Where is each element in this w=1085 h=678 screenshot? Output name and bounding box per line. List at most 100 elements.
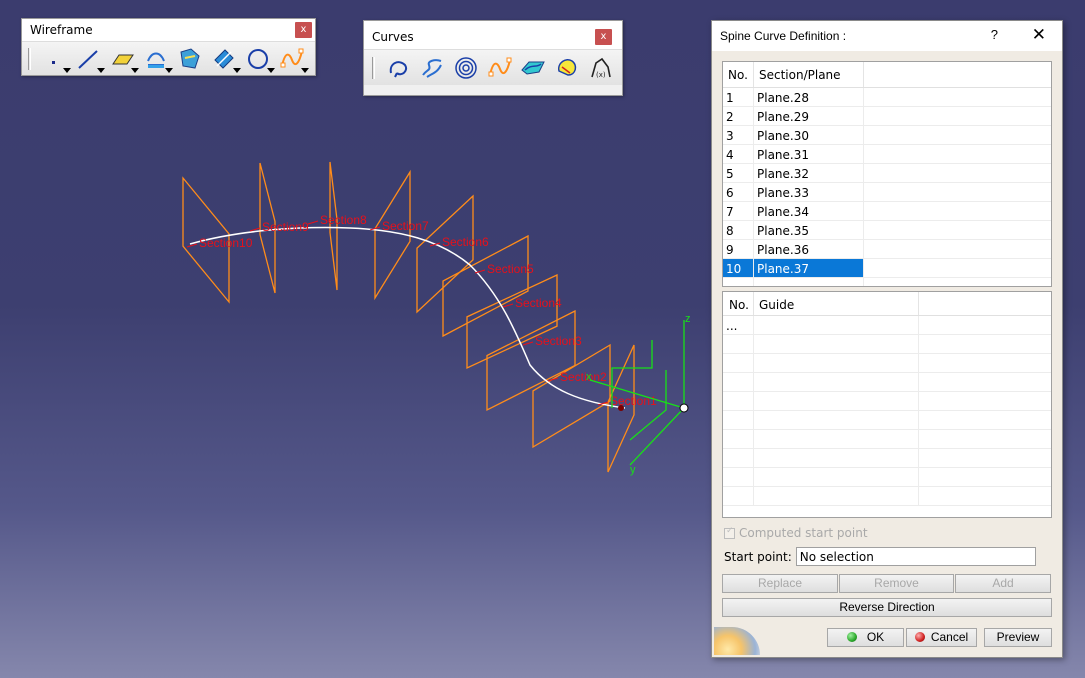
- section-row[interactable]: 8 Plane.35: [723, 221, 1051, 240]
- section-plane: [486, 309, 576, 412]
- section-row-number: 5: [723, 164, 754, 182]
- toolbar-grip[interactable]: [28, 47, 31, 70]
- reflect-line-icon[interactable]: [207, 44, 241, 74]
- guide-row-name: [754, 430, 919, 448]
- curves-title-text: Curves: [372, 30, 414, 44]
- section-row-plane: Plane.28: [754, 88, 864, 106]
- section-row-plane: Plane.37: [754, 259, 864, 277]
- combine-icon[interactable]: [173, 44, 207, 74]
- section-label: Section5: [487, 262, 534, 276]
- guide-row-number: ...: [723, 316, 754, 334]
- section-row-plane: Plane.29: [754, 107, 864, 125]
- section-row-number: 2: [723, 107, 754, 125]
- section-row-plane: Plane.34: [754, 202, 864, 220]
- guide-row-name: [754, 487, 919, 505]
- guide-row[interactable]: [723, 449, 1051, 468]
- section-label-leader: [502, 303, 514, 308]
- section-row[interactable]: 10 Plane.37: [723, 259, 1051, 278]
- point-icon[interactable]: [37, 44, 71, 74]
- replace-button[interactable]: Replace: [722, 574, 838, 593]
- sections-list[interactable]: No. Section/Plane 1 Plane.28 2 Plane.29 3 Pla…: [722, 61, 1052, 287]
- guide-row[interactable]: [723, 487, 1051, 506]
- dialog-titlebar[interactable]: Spine Curve Definition : ? ✕: [712, 21, 1062, 51]
- axis-y-label: y: [630, 464, 636, 476]
- section-row[interactable]: 6 Plane.33: [723, 183, 1051, 202]
- column-header-section[interactable]: Section/Plane: [754, 62, 864, 87]
- guide-row-number: [723, 335, 754, 353]
- cancel-button[interactable]: Cancel: [906, 628, 977, 647]
- section-row-plane: Plane.33: [754, 183, 864, 201]
- computed-start-point-option: Computed start point: [724, 526, 868, 540]
- column-header-no[interactable]: No.: [723, 292, 754, 315]
- column-header-guide[interactable]: Guide: [754, 292, 919, 315]
- plane-icon[interactable]: [105, 44, 139, 74]
- connect-curve-icon[interactable]: [516, 53, 550, 83]
- section-row[interactable]: 5 Plane.32: [723, 164, 1051, 183]
- guide-row[interactable]: [723, 373, 1051, 392]
- ok-button[interactable]: OK: [827, 628, 904, 647]
- guide-row[interactable]: ...: [723, 316, 1051, 335]
- guide-row[interactable]: [723, 430, 1051, 449]
- section-row[interactable]: 1 Plane.28: [723, 88, 1051, 107]
- line-icon[interactable]: [71, 44, 105, 74]
- section-label: Section7: [382, 219, 429, 233]
- spline-icon[interactable]: [275, 44, 309, 74]
- guide-row[interactable]: [723, 411, 1051, 430]
- section-row[interactable]: 9 Plane.36: [723, 240, 1051, 259]
- toolbar-grip[interactable]: [372, 56, 375, 79]
- curves-close-button[interactable]: x: [595, 29, 612, 45]
- guide-row[interactable]: [723, 392, 1051, 411]
- dialog-title: Spine Curve Definition :: [720, 29, 847, 43]
- curves-toolbar: Curves x (x): [363, 20, 623, 96]
- projection-icon[interactable]: [139, 44, 173, 74]
- curves-toolbar-title[interactable]: Curves x: [364, 21, 622, 49]
- polyline-icon[interactable]: (x): [584, 53, 618, 83]
- section-label: Section4: [515, 296, 562, 310]
- guide-row[interactable]: [723, 468, 1051, 487]
- guide-row-name: [754, 335, 919, 353]
- section-label: Section3: [535, 334, 582, 348]
- section-row[interactable]: 3 Plane.30: [723, 126, 1051, 145]
- wireframe-close-button[interactable]: x: [295, 22, 312, 38]
- section-row-plane: Plane.31: [754, 145, 864, 163]
- spine-icon[interactable]: [550, 53, 584, 83]
- wireframe-title-text: Wireframe: [30, 23, 93, 37]
- guide-row-name: [754, 411, 919, 429]
- wireframe-toolbar-title[interactable]: Wireframe x: [22, 19, 315, 41]
- section-row-number: 6: [723, 183, 754, 201]
- guide-row-name: [754, 354, 919, 372]
- section-row[interactable]: 7 Plane.34: [723, 202, 1051, 221]
- section-row[interactable]: 2 Plane.29: [723, 107, 1051, 126]
- section-row-plane: Plane.36: [754, 240, 864, 258]
- help-button[interactable]: ?: [991, 27, 998, 42]
- section-row[interactable]: 4 Plane.31: [723, 145, 1051, 164]
- close-icon[interactable]: ✕: [1032, 25, 1046, 45]
- spline-icon[interactable]: [483, 53, 517, 83]
- cancel-led-icon: [914, 632, 925, 642]
- guide-row-number: [723, 373, 754, 391]
- column-header-no[interactable]: No.: [723, 62, 754, 87]
- wireframe-toolbar: Wireframe x: [21, 18, 316, 76]
- section-row-number: 4: [723, 145, 754, 163]
- computed-start-point-label: Computed start point: [739, 526, 868, 540]
- preview-button[interactable]: Preview: [984, 628, 1052, 647]
- guide-row[interactable]: [723, 335, 1051, 354]
- guide-row-number: [723, 354, 754, 372]
- section-row-number: 1: [723, 88, 754, 106]
- spiral-icon[interactable]: [381, 53, 415, 83]
- circle-icon[interactable]: [241, 44, 275, 74]
- remove-button[interactable]: Remove: [839, 574, 954, 593]
- guide-row[interactable]: [723, 354, 1051, 373]
- guide-row-number: [723, 487, 754, 505]
- helix-icon[interactable]: [415, 53, 449, 83]
- add-button[interactable]: Add: [955, 574, 1051, 593]
- catia-logo: [714, 627, 760, 655]
- section-label: Section8: [320, 213, 367, 227]
- ok-label: OK: [866, 630, 885, 644]
- spiral-coil-icon[interactable]: [449, 53, 483, 83]
- start-point-field[interactable]: No selection: [795, 547, 1036, 566]
- section-label: Section10: [199, 236, 253, 250]
- guides-list[interactable]: No. Guide ...: [722, 291, 1052, 518]
- reverse-direction-button[interactable]: Reverse Direction: [722, 598, 1052, 617]
- section-row-number: 3: [723, 126, 754, 144]
